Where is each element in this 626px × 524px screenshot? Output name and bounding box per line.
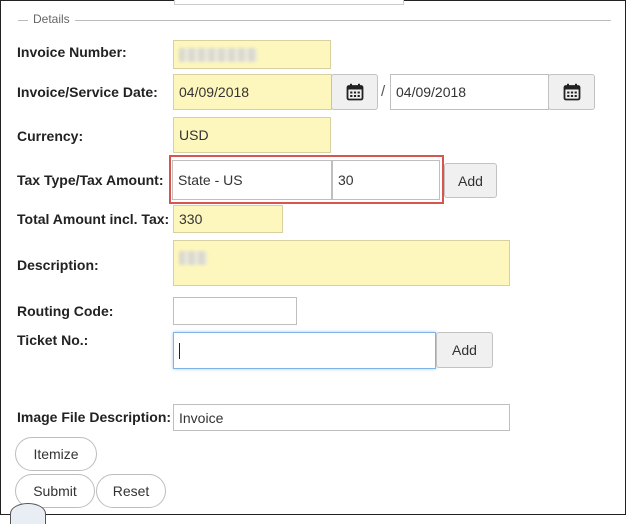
routing-code-input[interactable] — [173, 297, 297, 325]
image-file-description-input[interactable]: Invoice — [173, 404, 510, 431]
fieldset-border — [18, 20, 611, 21]
routing-code-label: Routing Code: — [17, 303, 114, 319]
ticket-number-input[interactable] — [173, 332, 436, 369]
add-ticket-button[interactable]: Add — [436, 332, 493, 368]
calendar-icon — [563, 83, 580, 101]
description-label: Description: — [17, 257, 99, 273]
ticket-number-label: Ticket No.: — [17, 332, 89, 348]
invoice-number-input[interactable] — [173, 40, 331, 69]
service-date-label: Invoice/Service Date: — [17, 84, 158, 100]
currency-input[interactable]: USD — [173, 117, 331, 153]
tax-type-label: Tax Type/Tax Amount: — [17, 172, 164, 188]
service-date-to-input[interactable]: 04/09/2018 — [390, 74, 549, 110]
date-to-calendar-button[interactable] — [548, 74, 595, 110]
previous-field-edge — [174, 0, 404, 5]
add-tax-button[interactable]: Add — [444, 163, 497, 198]
itemize-button[interactable]: Itemize — [15, 437, 97, 471]
tax-highlight-box — [169, 155, 444, 204]
reset-button[interactable]: Reset — [96, 474, 166, 508]
service-date-from-input[interactable]: 04/09/2018 — [173, 74, 332, 110]
currency-label: Currency: — [17, 128, 84, 144]
date-separator: / — [381, 83, 386, 100]
text-cursor — [179, 342, 180, 359]
description-input[interactable] — [173, 240, 510, 286]
invoice-number-label: Invoice Number: — [17, 44, 127, 60]
redacted-value — [179, 251, 207, 265]
floating-badge-edge — [10, 503, 46, 524]
date-from-calendar-button[interactable] — [331, 74, 378, 110]
total-amount-input[interactable]: 330 — [173, 205, 283, 233]
total-amount-label: Total Amount incl. Tax: — [17, 211, 170, 227]
calendar-icon — [346, 83, 363, 101]
redacted-value — [179, 47, 257, 62]
section-legend: Details — [28, 12, 75, 26]
image-file-description-label: Image File Description: — [17, 409, 172, 425]
